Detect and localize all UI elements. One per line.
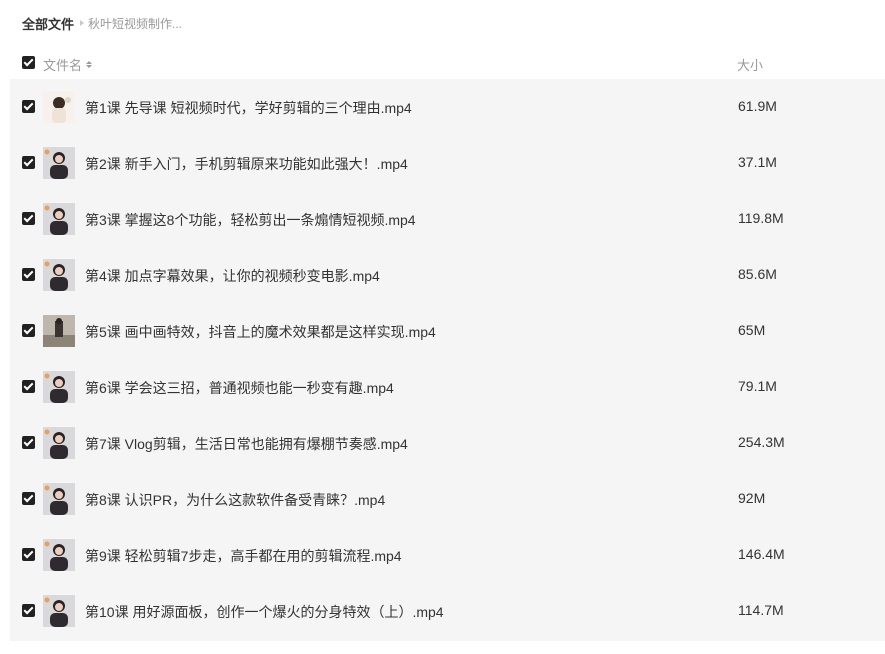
file-size: 254.3M <box>738 434 785 450</box>
row-checkbox[interactable] <box>22 548 35 561</box>
breadcrumb-root[interactable]: 全部文件 <box>22 14 74 33</box>
file-row[interactable]: 第1课 先导课 短视频时代，学好剪辑的三个理由.mp4 61.9M <box>10 79 885 135</box>
video-thumbnail[interactable] <box>43 147 75 179</box>
column-header-size[interactable]: 大小 <box>737 55 763 74</box>
column-header-name[interactable]: 文件名 <box>43 55 93 74</box>
file-size: 61.9M <box>738 98 777 114</box>
file-name[interactable]: 第2课 新手入门，手机剪辑原来功能如此强大！.mp4 <box>85 154 408 174</box>
row-checkbox[interactable] <box>22 156 35 169</box>
file-name[interactable]: 第4课 加点字幕效果，让你的视频秒变电影.mp4 <box>85 266 380 286</box>
column-header-name-label: 文件名 <box>43 58 83 73</box>
row-checkbox[interactable] <box>22 604 35 617</box>
row-checkbox[interactable] <box>22 436 35 449</box>
video-thumbnail[interactable] <box>43 91 75 123</box>
video-thumbnail[interactable] <box>43 315 75 347</box>
row-checkbox[interactable] <box>22 212 35 225</box>
file-name[interactable]: 第9课 轻松剪辑7步走，高手都在用的剪辑流程.mp4 <box>85 546 402 566</box>
video-thumbnail[interactable] <box>43 483 75 515</box>
file-row[interactable]: 第10课 用好源面板，创作一个爆火的分身特效（上）.mp4 114.7M <box>10 583 885 639</box>
video-thumbnail[interactable] <box>43 539 75 571</box>
video-thumbnail[interactable] <box>43 595 75 627</box>
breadcrumb-current: 秋叶短视频制作... <box>88 16 183 31</box>
file-name[interactable]: 第7课 Vlog剪辑，生活日常也能拥有爆棚节奏感.mp4 <box>85 434 408 454</box>
video-thumbnail[interactable] <box>43 371 75 403</box>
file-name[interactable]: 第5课 画中画特效，抖音上的魔术效果都是这样实现.mp4 <box>85 322 436 342</box>
file-size: 119.8M <box>738 210 784 226</box>
file-size: 65M <box>738 322 766 338</box>
sort-icon <box>86 61 93 68</box>
row-checkbox[interactable] <box>22 100 35 113</box>
file-name[interactable]: 第10课 用好源面板，创作一个爆火的分身特效（上）.mp4 <box>85 602 444 622</box>
breadcrumb: 全部文件 秋叶短视频制作... <box>22 14 182 32</box>
file-row[interactable]: 第3课 掌握这8个功能，轻松剪出一条煽情短视频.mp4 119.8M <box>10 191 885 247</box>
file-name[interactable]: 第1课 先导课 短视频时代，学好剪辑的三个理由.mp4 <box>85 98 412 118</box>
select-all-checkbox[interactable] <box>22 56 35 69</box>
chevron-right-icon <box>80 20 85 26</box>
row-checkbox[interactable] <box>22 324 35 337</box>
file-size: 85.6M <box>738 266 777 282</box>
row-checkbox[interactable] <box>22 268 35 281</box>
file-name[interactable]: 第8课 认识PR，为什么这款软件备受青睐？.mp4 <box>85 490 385 510</box>
file-size: 114.7M <box>738 602 784 618</box>
video-thumbnail[interactable] <box>43 203 75 235</box>
file-row[interactable]: 第4课 加点字幕效果，让你的视频秒变电影.mp4 85.6M <box>10 247 885 303</box>
video-thumbnail[interactable] <box>43 427 75 459</box>
file-row[interactable]: 第9课 轻松剪辑7步走，高手都在用的剪辑流程.mp4 146.4M <box>10 527 885 583</box>
file-list: 第1课 先导课 短视频时代，学好剪辑的三个理由.mp4 61.9M 第2课 新手入门… <box>10 79 885 641</box>
file-row[interactable]: 第6课 学会这三招，普通视频也能一秒变有趣.mp4 79.1M <box>10 359 885 415</box>
file-row[interactable]: 第8课 认识PR，为什么这款软件备受青睐？.mp4 92M <box>10 471 885 527</box>
file-row[interactable]: 第5课 画中画特效，抖音上的魔术效果都是这样实现.mp4 65M <box>10 303 885 359</box>
file-row[interactable]: 第2课 新手入门，手机剪辑原来功能如此强大！.mp4 37.1M <box>10 135 885 191</box>
file-name[interactable]: 第6课 学会这三招，普通视频也能一秒变有趣.mp4 <box>85 378 394 398</box>
file-size: 37.1M <box>738 154 777 170</box>
file-name[interactable]: 第3课 掌握这8个功能，轻松剪出一条煽情短视频.mp4 <box>85 210 416 230</box>
row-checkbox[interactable] <box>22 380 35 393</box>
file-size: 92M <box>738 490 766 506</box>
file-row[interactable]: 第7课 Vlog剪辑，生活日常也能拥有爆棚节奏感.mp4 254.3M <box>10 415 885 471</box>
list-header: 文件名 大小 <box>0 52 885 74</box>
video-thumbnail[interactable] <box>43 259 75 291</box>
file-size: 79.1M <box>738 378 777 394</box>
file-size: 146.4M <box>738 546 785 562</box>
row-checkbox[interactable] <box>22 492 35 505</box>
